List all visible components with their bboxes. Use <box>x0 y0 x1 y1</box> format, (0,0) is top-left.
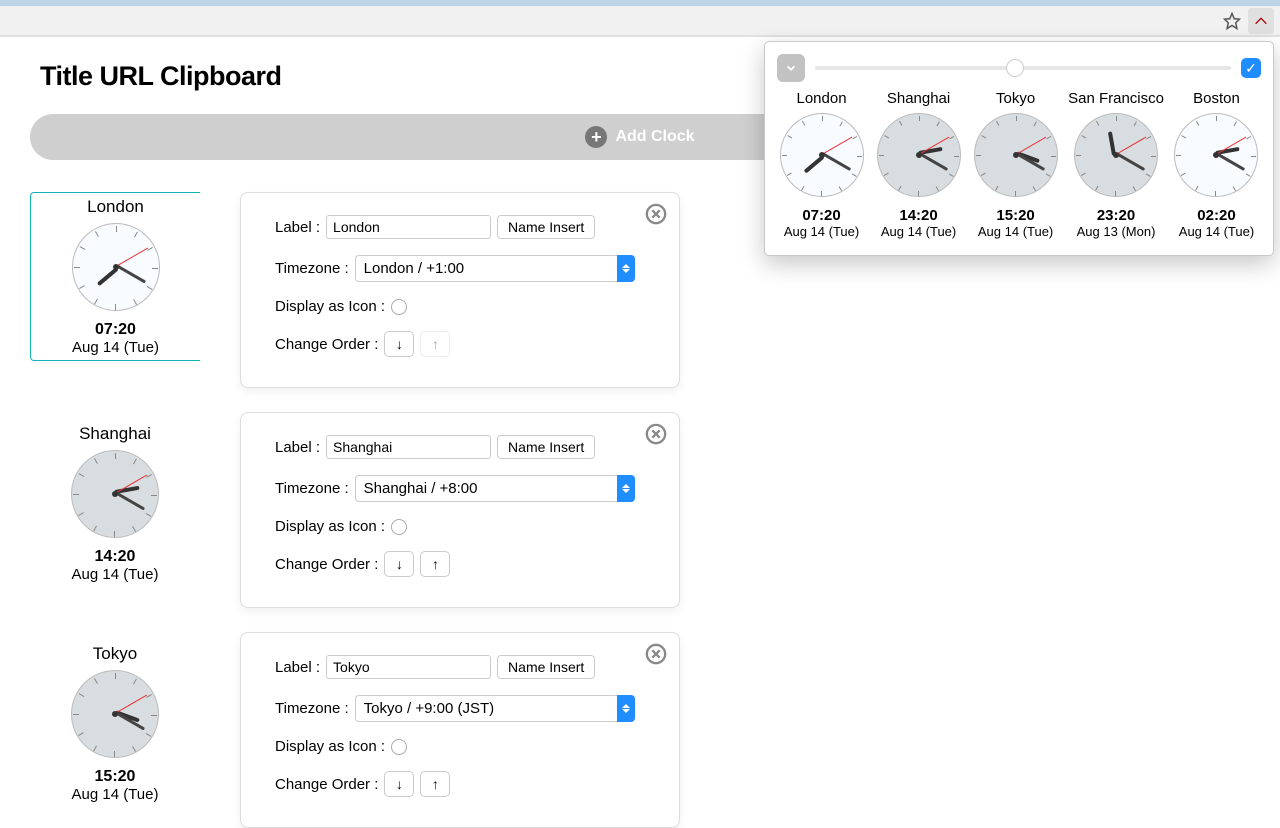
order-up-button[interactable]: ↑ <box>420 551 450 577</box>
order-up-button: ↑ <box>420 331 450 357</box>
display-icon-label: Display as Icon : <box>275 298 385 315</box>
label-input[interactable] <box>326 435 491 459</box>
popup-city: San Francisco <box>1068 90 1164 107</box>
preview-time: 15:20 <box>32 768 198 786</box>
plus-icon: + <box>585 126 607 148</box>
add-clock-label: Add Clock <box>615 128 694 146</box>
popup-time: 07:20 <box>777 207 866 224</box>
timezone-select[interactable]: Tokyo / +9:00 (JST) <box>355 695 617 722</box>
clock-editor-card: Label : Name Insert Timezone : London / +1:… <box>240 192 680 388</box>
slider-thumb[interactable] <box>1006 59 1024 77</box>
preview-date: Aug 14 (Tue) <box>32 566 198 583</box>
popup-date: Aug 13 (Mon) <box>1068 224 1164 239</box>
clock-preview[interactable]: London 07:20Aug 14 (Tue) <box>30 192 200 388</box>
popup-clock-cell[interactable]: London 07:20Aug 14 (Tue) <box>777 90 866 239</box>
popup-time: 23:20 <box>1068 207 1164 224</box>
timezone-field-label: Timezone : <box>275 480 349 497</box>
timezone-field-label: Timezone : <box>275 260 349 277</box>
label-input[interactable] <box>326 215 491 239</box>
name-insert-button[interactable]: Name Insert <box>497 435 595 459</box>
popup-clock-cell[interactable]: Boston 02:20Aug 14 (Tue) <box>1172 90 1261 239</box>
select-caret-icon[interactable] <box>617 475 635 502</box>
display-icon-radio[interactable] <box>391 299 407 315</box>
time-offset-slider[interactable] <box>815 66 1231 70</box>
popup-clock-cell[interactable]: Tokyo 15:20Aug 14 (Tue) <box>971 90 1060 239</box>
delete-clock-button[interactable] <box>645 643 667 665</box>
popup-date: Aug 14 (Tue) <box>1172 224 1261 239</box>
clock-preview[interactable]: Shanghai 14:20Aug 14 (Tue) <box>30 412 200 608</box>
display-icon-radio[interactable] <box>391 519 407 535</box>
preview-city: London <box>39 197 192 217</box>
world-clock-popup: ✓ London07:20Aug 14 (Tue)Shanghai14:20Au… <box>764 41 1274 256</box>
popup-time: 15:20 <box>971 207 1060 224</box>
clock-editor-card: Label : Name Insert Timezone : Tokyo / +9:0… <box>240 632 680 828</box>
popup-clock-cell[interactable]: Shanghai 14:20Aug 14 (Tue) <box>874 90 963 239</box>
select-caret-icon[interactable] <box>617 255 635 282</box>
display-icon-label: Display as Icon : <box>275 518 385 535</box>
preview-date: Aug 14 (Tue) <box>39 339 192 356</box>
preview-date: Aug 14 (Tue) <box>32 786 198 803</box>
popup-date: Aug 14 (Tue) <box>777 224 866 239</box>
browser-chrome <box>0 0 1280 37</box>
select-caret-icon[interactable] <box>617 695 635 722</box>
display-icon-label: Display as Icon : <box>275 738 385 755</box>
extension-icon[interactable] <box>1248 8 1274 34</box>
preview-city: Tokyo <box>32 644 198 664</box>
name-insert-button[interactable]: Name Insert <box>497 215 595 239</box>
label-field-label: Label : <box>275 439 320 456</box>
analog-clock-icon <box>1174 113 1258 197</box>
popup-expand-button[interactable] <box>777 54 805 82</box>
timezone-select[interactable]: London / +1:00 <box>355 255 617 282</box>
popup-city: London <box>777 90 866 107</box>
preview-time: 14:20 <box>32 548 198 566</box>
order-down-button[interactable]: ↓ <box>384 331 414 357</box>
popup-time: 14:20 <box>874 207 963 224</box>
preview-city: Shanghai <box>32 424 198 444</box>
clock-preview[interactable]: Tokyo 15:20Aug 14 (Tue) <box>30 632 200 828</box>
label-input[interactable] <box>326 655 491 679</box>
clock-row: Tokyo 15:20Aug 14 (Tue) Label : Name Insert… <box>30 632 1250 828</box>
label-field-label: Label : <box>275 659 320 676</box>
preview-time: 07:20 <box>39 321 192 339</box>
popup-time: 02:20 <box>1172 207 1261 224</box>
popup-clock-cell[interactable]: San Francisco 23:20Aug 13 (Mon) <box>1068 90 1164 239</box>
analog-clock-icon <box>71 670 159 758</box>
delete-clock-button[interactable] <box>645 203 667 225</box>
analog-clock-icon <box>974 113 1058 197</box>
popup-date: Aug 14 (Tue) <box>971 224 1060 239</box>
timezone-select[interactable]: Shanghai / +8:00 <box>355 475 617 502</box>
order-up-button[interactable]: ↑ <box>420 771 450 797</box>
order-down-button[interactable]: ↓ <box>384 771 414 797</box>
bookmark-star-icon[interactable] <box>1222 11 1242 31</box>
clock-editor-card: Label : Name Insert Timezone : Shanghai / +… <box>240 412 680 608</box>
analog-clock-icon <box>1074 113 1158 197</box>
popup-city: Shanghai <box>874 90 963 107</box>
popup-city: Boston <box>1172 90 1261 107</box>
order-down-button[interactable]: ↓ <box>384 551 414 577</box>
popup-city: Tokyo <box>971 90 1060 107</box>
change-order-label: Change Order : <box>275 556 378 573</box>
name-insert-button[interactable]: Name Insert <box>497 655 595 679</box>
label-field-label: Label : <box>275 219 320 236</box>
timezone-field-label: Timezone : <box>275 700 349 717</box>
analog-clock-icon <box>877 113 961 197</box>
analog-clock-icon <box>780 113 864 197</box>
delete-clock-button[interactable] <box>645 423 667 445</box>
display-icon-radio[interactable] <box>391 739 407 755</box>
analog-clock-icon <box>71 450 159 538</box>
analog-clock-icon <box>72 223 160 311</box>
popup-toggle-checkbox[interactable]: ✓ <box>1241 58 1261 78</box>
clock-row: Shanghai 14:20Aug 14 (Tue) Label : Name Ins… <box>30 412 1250 608</box>
change-order-label: Change Order : <box>275 336 378 353</box>
popup-date: Aug 14 (Tue) <box>874 224 963 239</box>
change-order-label: Change Order : <box>275 776 378 793</box>
